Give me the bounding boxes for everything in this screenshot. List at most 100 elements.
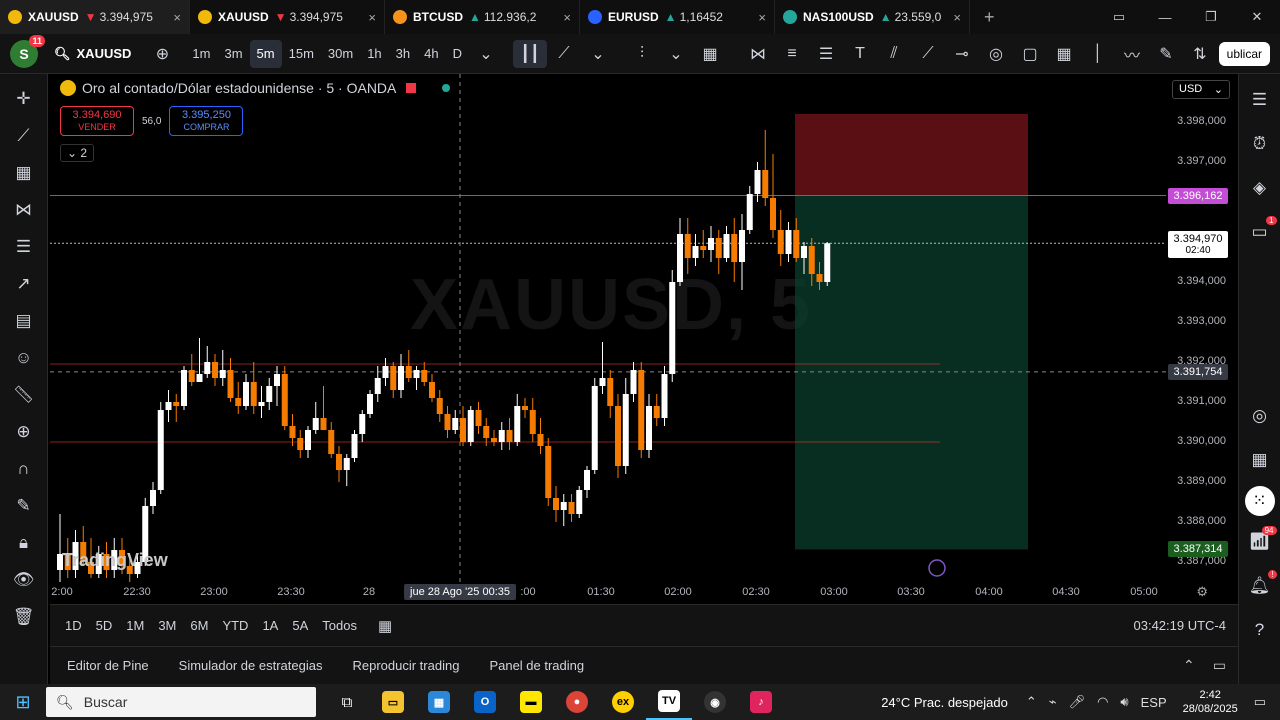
brush-icon[interactable]: ✎ <box>1149 40 1183 68</box>
path-icon[interactable]: 〰 <box>1115 40 1149 68</box>
zoom-icon[interactable]: ⊕ <box>6 415 42 449</box>
eye-icon[interactable]: 👁︎ <box>6 563 42 597</box>
tiktok-icon[interactable]: ♪ <box>738 684 784 720</box>
brush-icon[interactable]: ↗ <box>6 267 42 301</box>
close-tab-icon[interactable]: × <box>945 10 961 25</box>
symbol-search[interactable]: 🔍︎ XAUUSD <box>54 46 131 62</box>
range-todos[interactable]: Todos <box>315 618 364 633</box>
target-icon[interactable]: ◎ <box>1243 398 1277 434</box>
close-tab-icon[interactable]: × <box>360 10 376 25</box>
text-icon[interactable]: T <box>843 40 877 68</box>
indicators-icon[interactable]: ⫶ <box>625 40 659 68</box>
range-5a[interactable]: 5A <box>285 618 315 633</box>
pattern-icon[interactable]: ⋈ <box>6 193 42 227</box>
minimize-icon[interactable]: — <box>1142 0 1188 34</box>
volume-icon[interactable]: 🔊︎ <box>1120 694 1128 710</box>
taskbar-search[interactable]: 🔍︎ Buscar <box>46 687 316 717</box>
watchlist-icon[interactable]: ☰ <box>1243 82 1277 118</box>
obs-icon[interactable]: ◉ <box>692 684 738 720</box>
signal-icon[interactable]: 📶︎ 94 <box>1243 524 1277 560</box>
tab-nas100usd[interactable]: NAS100USD ▲ 23.559,0 × <box>775 0 970 34</box>
interval-5m[interactable]: 5m <box>249 39 282 68</box>
chevron-up-icon[interactable]: ⌃ <box>1026 694 1037 710</box>
grid-icon[interactable]: ▦ <box>1047 40 1081 68</box>
outlook-icon[interactable]: O <box>462 684 508 720</box>
vertical-line-icon[interactable]: │ <box>1081 40 1115 68</box>
interval-3m[interactable]: 3m <box>217 40 249 68</box>
new-tab-button[interactable]: + <box>970 7 1009 28</box>
tab-eurusd[interactable]: EURUSD ▲ 1,16452 × <box>580 0 775 34</box>
range-5d[interactable]: 5D <box>89 618 120 633</box>
gann-icon[interactable]: ☰ <box>809 40 843 68</box>
flag-icon[interactable] <box>406 83 417 93</box>
close-window-icon[interactable]: ✕ <box>1234 0 1280 34</box>
time-axis[interactable]: ⚙ 2:00 22:30 23:00 23:30 28:00 01:30 02:00 02:3… <box>50 582 1238 604</box>
projection-icon[interactable]: ☰ <box>6 230 42 264</box>
line-chart-icon[interactable]: ⟋ <box>547 40 581 68</box>
maximize-panel-icon[interactable]: ▭ <box>1213 657 1226 674</box>
exness-icon[interactable]: ex <box>600 684 646 720</box>
interval-4h[interactable]: 4h <box>417 40 445 68</box>
interval-1m[interactable]: 1m <box>185 40 217 68</box>
layers-icon[interactable]: ◈ <box>1243 170 1277 206</box>
tradingview-taskbar-icon[interactable]: TV <box>646 684 692 720</box>
trend-line-icon[interactable]: ⟋ <box>6 119 42 153</box>
interval-15m[interactable]: 15m <box>282 40 321 68</box>
fib-icon[interactable]: ≡ <box>775 40 809 68</box>
indicators-collapse-button[interactable]: ⌄ 2 <box>60 144 95 162</box>
fib-retracement-icon[interactable]: ▦ <box>6 156 42 190</box>
chevron-down-icon[interactable]: ⌄ <box>659 40 693 68</box>
windows-start-icon[interactable]: ⊞ <box>0 692 46 713</box>
notifications-icon[interactable]: ▭ <box>1254 694 1266 710</box>
chart-pane[interactable]: XAUUSD, 5 TradingView Oro al contado/Dól… <box>50 74 1166 582</box>
chevron-up-icon[interactable]: ⌃ <box>1183 657 1195 674</box>
utc-clock[interactable]: 03:42:19 UTC-4 <box>1134 618 1227 633</box>
close-tab-icon[interactable]: × <box>750 10 766 25</box>
language-indicator[interactable]: ESP <box>1141 695 1167 710</box>
app-yellow-icon[interactable]: ▬ <box>508 684 554 720</box>
bell-icon[interactable]: 🔔︎! <box>1243 568 1277 604</box>
range-1d[interactable]: 1D <box>58 618 89 633</box>
tab-btcusd[interactable]: BTCUSD ▲ 112.936,2 × <box>385 0 580 34</box>
chevron-down-icon[interactable]: ⌄ <box>469 40 503 68</box>
microphone-icon[interactable]: 🎤︎ <box>1069 694 1086 710</box>
calendar-icon[interactable]: ▦ <box>378 617 392 635</box>
close-tab-icon[interactable]: × <box>555 10 571 25</box>
crosshair-icon[interactable]: ✛ <box>6 82 42 116</box>
panel-tab-0[interactable]: Editor de Pine <box>67 658 149 673</box>
avatar[interactable]: S 11 <box>10 34 45 68</box>
screen-icon[interactable]: ▭ <box>1096 0 1142 34</box>
compare-add-icon[interactable]: ⊕ <box>145 40 179 68</box>
rectangle-icon[interactable]: ▢ <box>1013 40 1047 68</box>
alarm-clock-icon[interactable]: ⏰︎ <box>1243 126 1277 162</box>
price-axis[interactable]: USD ⌄ 3.398,000 3.397,000 3.394,000 3.393,0… <box>1166 74 1238 582</box>
channel-icon[interactable]: ⫽ <box>877 40 911 68</box>
lock-icon[interactable]: 🔒︎ <box>6 526 42 560</box>
ruler-icon[interactable]: 📏︎ <box>6 378 42 412</box>
weather[interactable]: 24°C Prac. despejado <box>881 695 1008 710</box>
maximize-icon[interactable]: ❐ <box>1188 0 1234 34</box>
interval-d[interactable]: D <box>446 40 469 68</box>
chrome-icon[interactable]: ● <box>554 684 600 720</box>
interval-1h[interactable]: 1h <box>360 40 388 68</box>
calendar-icon[interactable]: ▦ <box>1243 442 1277 478</box>
clock[interactable]: 2:42 28/08/2025 <box>1183 688 1238 716</box>
candlestick-chart[interactable] <box>50 74 1166 582</box>
network-icon[interactable]: ⌁ <box>1049 694 1057 710</box>
wifi-icon[interactable]: ◠ <box>1097 694 1108 710</box>
templates-icon[interactable]: ▦ <box>693 40 727 68</box>
trend-line-icon[interactable]: ⟋ <box>911 40 945 68</box>
circle-icon[interactable]: ◎ <box>979 40 1013 68</box>
panel-tab-2[interactable]: Reproducir trading <box>352 658 459 673</box>
long-position-icon[interactable]: ⇅ <box>1183 40 1217 68</box>
interval-3h[interactable]: 3h <box>389 40 417 68</box>
stay-drawing-icon[interactable]: ✎ <box>6 489 42 523</box>
chat-icon[interactable]: ▭ 1 <box>1243 214 1277 250</box>
range-1a[interactable]: 1A <box>255 618 285 633</box>
range-6m[interactable]: 6M <box>183 618 215 633</box>
publish-button[interactable]: ublicar <box>1218 41 1270 66</box>
trash-icon[interactable]: 🗑︎ <box>6 600 42 634</box>
pattern-icon[interactable]: ⋈ <box>741 40 775 68</box>
range-3m[interactable]: 3M <box>151 618 183 633</box>
buy-button[interactable]: 3.395,250 COMPRAR <box>169 106 244 136</box>
